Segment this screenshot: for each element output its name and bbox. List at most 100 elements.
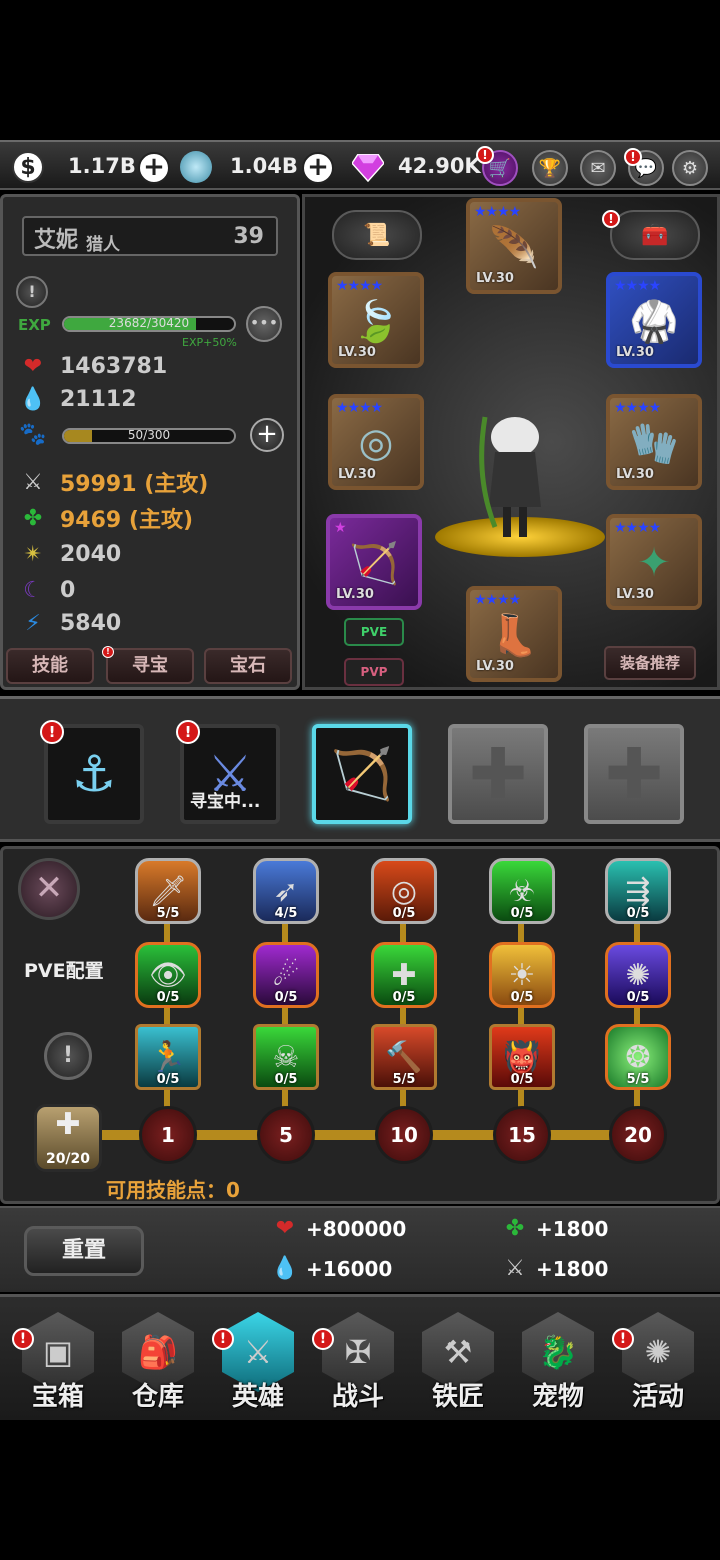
- crystal-value: 1.04B: [230, 154, 298, 178]
- skill-multi-arrow[interactable]: ⇶ 0/5: [605, 858, 671, 924]
- nav-event[interactable]: ✺ 活动: [618, 1312, 698, 1412]
- nav-label: 英雄: [231, 1382, 284, 1412]
- tree-alert-badge: !: [176, 720, 200, 744]
- add-gold-button[interactable]: +: [138, 152, 170, 184]
- more-options-icon[interactable]: •••: [246, 306, 282, 342]
- nav-label: 铁匠: [431, 1382, 484, 1412]
- nav-warehouse[interactable]: 🎒 仓库: [118, 1312, 198, 1412]
- add-pet-button[interactable]: +: [250, 418, 284, 452]
- equip-level: LV.30: [616, 587, 654, 602]
- equip-slot-boots[interactable]: ★★★★ 👢 LV.30: [466, 586, 562, 682]
- attack-value: 59991 (主攻): [60, 472, 209, 497]
- hero-info-icon[interactable]: !: [16, 276, 48, 308]
- chest-alert-badge: !: [602, 210, 620, 228]
- bonus-magic: ✤ +1800: [500, 1216, 609, 1241]
- skill-dash[interactable]: 🏃 0/5: [135, 1024, 201, 1090]
- skill-tree-empty-slot[interactable]: ✚: [584, 724, 684, 824]
- equip-slot-ring[interactable]: ★★★★ ◎ LV.30: [328, 394, 424, 490]
- nav-chest[interactable]: ▣ 宝箱: [18, 1312, 98, 1412]
- skill-points-box: ✚ 20/20: [34, 1104, 102, 1172]
- settings-gear-icon[interactable]: ⚙: [672, 150, 708, 186]
- skill-eye[interactable]: 👁 0/5: [135, 942, 201, 1008]
- tree-connector: [634, 900, 640, 1136]
- cross-icon: ✚: [604, 733, 664, 815]
- skill-target[interactable]: ◎ 0/5: [371, 858, 437, 924]
- skill-info-icon[interactable]: !: [44, 1032, 92, 1080]
- tier-node: 10: [375, 1106, 433, 1164]
- tree-connector: [518, 900, 524, 1136]
- equip-slot-helmet[interactable]: ★★★★ 🪶 LV.30: [466, 198, 562, 294]
- reset-button[interactable]: 重置: [24, 1226, 144, 1276]
- equip-slot-armor[interactable]: ★★★★ 🥋 LV.30: [606, 272, 702, 368]
- hero-name-box: 艾妮 猎人 39: [22, 216, 278, 256]
- close-icon[interactable]: ✕: [18, 858, 80, 920]
- stat-magic: ✤ 9469 (主攻): [18, 502, 193, 534]
- skill-poison[interactable]: ☣ 0/5: [489, 858, 555, 924]
- bonus-magic-value: +1800: [536, 1216, 609, 1241]
- equip-slot-gloves[interactable]: ★★★★ 🧤 LV.30: [606, 394, 702, 490]
- sword-icon: ⚔: [23, 469, 43, 495]
- fire-arrow-icon: ☄: [272, 957, 300, 993]
- bonus-attack-value: +1800: [536, 1256, 609, 1281]
- scroll-icon: 📜: [363, 222, 391, 248]
- water-drop-icon: 💧: [271, 1256, 299, 1281]
- skill-count: 0/5: [626, 990, 650, 1005]
- bonus-mp: 💧 +16000: [270, 1256, 392, 1281]
- target-icon: ◎: [390, 873, 418, 909]
- skill-tree-bow-selected[interactable]: 🏹: [312, 724, 412, 824]
- skill-count: 5/5: [626, 1072, 650, 1087]
- equip-slot-weapon[interactable]: ★ 🏹 LV.30: [326, 514, 422, 610]
- skill-flash[interactable]: ☀ 0/5: [489, 942, 555, 1008]
- shop-alert-badge: !: [476, 146, 494, 164]
- tab-skills[interactable]: 技能: [6, 648, 94, 684]
- nav-pet[interactable]: 🐉 宠物: [518, 1312, 598, 1412]
- treasure-alert-badge: !: [102, 646, 114, 658]
- skill-spirit[interactable]: ✺ 0/5: [605, 942, 671, 1008]
- equip-level: LV.30: [336, 587, 374, 602]
- anchor-icon: ⚓: [71, 745, 117, 803]
- skill-rage[interactable]: 👹 0/5: [489, 1024, 555, 1090]
- burst-icon: ✴: [23, 541, 43, 567]
- skill-tree-empty-slot[interactable]: ✚: [448, 724, 548, 824]
- sparkle-icon: ✚: [391, 957, 417, 993]
- tab-gems[interactable]: 宝石: [204, 648, 292, 684]
- sword-icon: ⚔: [505, 1256, 525, 1281]
- tab-treasure[interactable]: 寻宝: [106, 648, 194, 684]
- skill-slash[interactable]: 🗡 5/5: [135, 858, 201, 924]
- nav-blacksmith[interactable]: ⚒ 铁匠: [418, 1312, 498, 1412]
- skill-count: 5/5: [392, 1072, 416, 1087]
- skill-beast[interactable]: ☠ 0/5: [253, 1024, 319, 1090]
- equip-recommend-button[interactable]: 装备推荐: [604, 646, 696, 680]
- pve-button[interactable]: PVE: [344, 618, 404, 646]
- equip-stars: ★★★★: [614, 278, 661, 294]
- skill-hammer[interactable]: 🔨 5/5: [371, 1024, 437, 1090]
- trophy-icon[interactable]: 🏆: [532, 150, 568, 186]
- skill-arrow-shot[interactable]: ➶ 4/5: [253, 858, 319, 924]
- equip-slot-shuriken[interactable]: ★★★★ ✦ LV.30: [606, 514, 702, 610]
- equip-stars: ★★★★: [614, 520, 661, 536]
- clover-icon: ✤: [23, 505, 43, 531]
- skill-count: 0/5: [392, 906, 416, 921]
- gold-coin-icon: $: [12, 151, 44, 183]
- add-crystal-button[interactable]: +: [302, 152, 334, 184]
- chest-button[interactable]: 🧰: [610, 210, 700, 260]
- skill-fire-arrow[interactable]: ☄ 0/5: [253, 942, 319, 1008]
- bonus-hp-value: +800000: [306, 1216, 407, 1241]
- skill-aura[interactable]: ❂ 5/5: [605, 1024, 671, 1090]
- tree-alert-badge: !: [40, 720, 64, 744]
- equip-level: LV.30: [338, 345, 376, 360]
- tree-connector: [400, 900, 406, 1136]
- skill-count: 5/5: [156, 906, 180, 921]
- skill-heal[interactable]: ✚ 0/5: [371, 942, 437, 1008]
- mail-icon[interactable]: ✉: [580, 150, 616, 186]
- equip-stars: ★: [334, 520, 347, 536]
- scroll-button[interactable]: 📜: [332, 210, 422, 260]
- pvp-button[interactable]: PVP: [344, 658, 404, 686]
- equip-slot-necklace[interactable]: ★★★★ 🍃 LV.30: [328, 272, 424, 368]
- tree-connector: [282, 900, 288, 1136]
- nav-hero[interactable]: ⚔ 英雄: [218, 1312, 298, 1412]
- gem-value: 42.90K: [398, 154, 481, 178]
- bow-icon: 🏹: [349, 541, 399, 587]
- skill-count: 0/5: [510, 906, 534, 921]
- nav-battle[interactable]: ✠ 战斗: [318, 1312, 398, 1412]
